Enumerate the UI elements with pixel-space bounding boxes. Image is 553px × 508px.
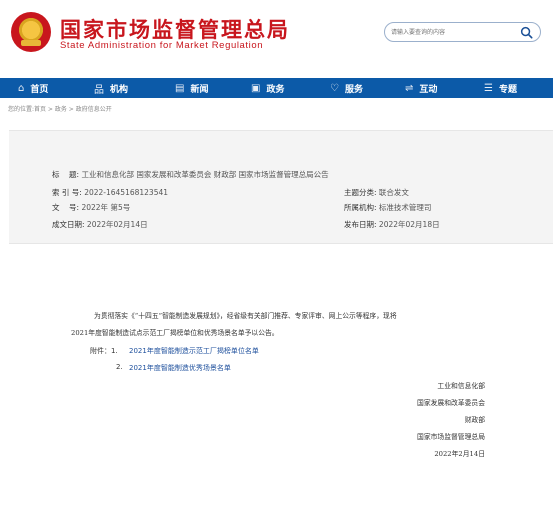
article-paragraph: 为贯彻落实《“十四五”智能制造发展规划》，经省级有关部门推荐、专家评审、网上公示… <box>94 312 397 320</box>
info-label: 标 题: <box>52 170 80 179</box>
nav-item-topics[interactable]: ☰ 专题 <box>484 78 517 98</box>
news-icon: ▤ <box>175 82 185 94</box>
list-icon: ☰ <box>484 82 493 94</box>
signer: 国家发展和改革委员会 <box>417 399 485 407</box>
attachment-number: 2. <box>116 363 123 371</box>
national-emblem-logo <box>11 12 51 52</box>
home-icon: ⌂ <box>18 82 25 94</box>
info-label: 主题分类: <box>344 188 377 197</box>
signer: 国家市场监督管理总局 <box>417 433 485 441</box>
info-value: 2022年 第5号 <box>81 203 131 212</box>
signer: 财政部 <box>464 416 485 424</box>
site-subtitle: State Administration for Market Regulati… <box>60 40 264 51</box>
nav-item-label: 政务 <box>266 84 285 95</box>
search-input[interactable] <box>391 26 516 39</box>
signer: 工业和信息化部 <box>437 382 485 390</box>
info-value: 标准技术管理司 <box>378 203 432 212</box>
main-nav: ⌂ 首页 品机构 ▤ 新闻 ▣ 政务 ♡ 服务 ⇌ 互动 ☰ 专题 <box>0 78 553 98</box>
info-label: 索 引 号: <box>52 188 82 197</box>
document-info-panel: 标 题: 工业和信息化部 国家发展和改革委员会 财政部 国家市场监督管理总局公告… <box>9 130 553 244</box>
attachment-link-1[interactable]: 2021年度智能制造示范工厂揭榜单位名单 <box>129 346 259 356</box>
nav-item-interaction[interactable]: ⇌ 互动 <box>405 78 437 98</box>
nav-item-news[interactable]: ▤ 新闻 <box>175 78 208 98</box>
info-index: 索 引 号: 2022-1645168123541 <box>52 187 168 198</box>
info-value: 2022年02月14日 <box>86 220 148 229</box>
nav-item-label: 机构 <box>110 84 129 95</box>
info-docno: 文 号: 2022年 第5号 <box>52 202 130 213</box>
attachment-label: 附件：1. <box>90 347 118 355</box>
attachment-link-2[interactable]: 2021年度智能制造优秀场景名单 <box>129 363 231 373</box>
info-label: 所属机构: <box>344 203 377 212</box>
org-chart-icon: 品 <box>94 84 104 96</box>
info-value: 2022-1645168123541 <box>84 188 169 197</box>
info-label: 成文日期: <box>52 220 85 229</box>
info-label: 文 号: <box>52 203 80 212</box>
nav-item-home[interactable]: ⌂ 首页 <box>18 78 48 98</box>
heart-icon: ♡ <box>330 82 339 94</box>
nav-item-service[interactable]: ♡ 服务 <box>330 78 363 98</box>
info-value: 工业和信息化部 国家发展和改革委员会 财政部 国家市场监督管理总局公告 <box>81 170 329 179</box>
exchange-icon: ⇌ <box>405 82 414 94</box>
info-date: 成文日期: 2022年02月14日 <box>52 219 148 230</box>
info-value: 联合发文 <box>378 188 409 197</box>
nav-item-label: 专题 <box>498 84 517 95</box>
breadcrumb[interactable]: 您的位置:首页 > 政务 > 政府信息公开 <box>8 104 112 113</box>
nav-item-label: 新闻 <box>190 84 209 95</box>
search-box <box>384 22 541 42</box>
info-topic: 主题分类: 联合发文 <box>344 187 409 198</box>
info-label: 发布日期: <box>344 220 377 229</box>
nav-item-label: 互动 <box>419 84 438 95</box>
nav-item-label: 服务 <box>344 84 363 95</box>
nav-item-label: 首页 <box>30 84 49 95</box>
article-paragraph: 2021年度智能制造试点示范工厂揭榜单位和优秀场景名单予以公告。 <box>71 329 279 337</box>
nav-item-institutions[interactable]: 品机构 <box>94 78 128 98</box>
search-icon[interactable] <box>520 26 533 39</box>
signing-date: 2022年2月14日 <box>434 450 485 458</box>
info-value: 2022年02月18日 <box>378 220 440 229</box>
info-title: 标 题: 工业和信息化部 国家发展和改革委员会 财政部 国家市场监督管理总局公告 <box>52 169 329 180</box>
info-org: 所属机构: 标准技术管理司 <box>344 202 431 213</box>
info-pubdate: 发布日期: 2022年02月18日 <box>344 219 440 230</box>
government-icon: ▣ <box>251 82 261 94</box>
site-header: 国家市场监督管理总局 State Administration for Mark… <box>0 0 553 78</box>
nav-item-government[interactable]: ▣ 政务 <box>251 78 284 98</box>
